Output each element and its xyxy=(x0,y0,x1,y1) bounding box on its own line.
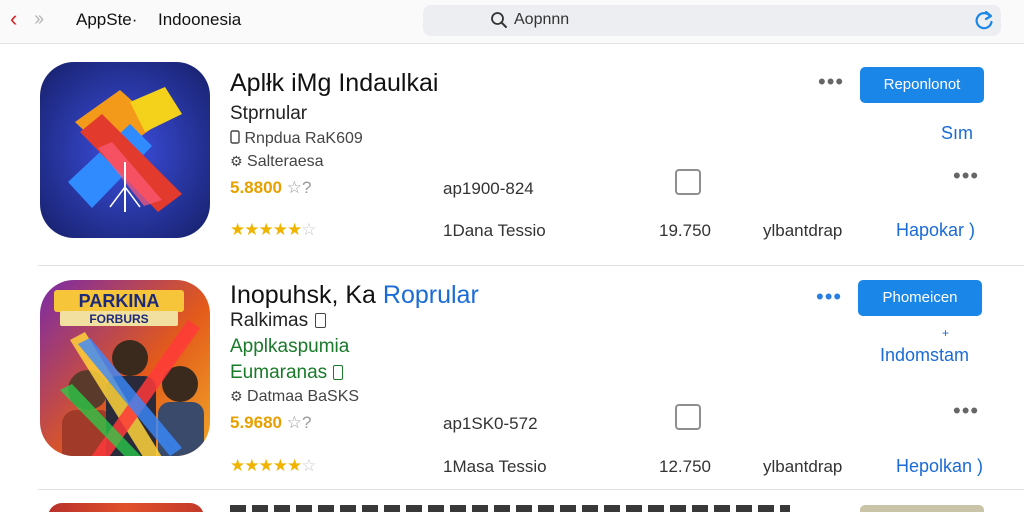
app-icon[interactable] xyxy=(48,503,204,512)
rating-value: 5.8800 ☆? xyxy=(230,178,312,197)
app-subtitle: Ralkimas xyxy=(230,310,327,332)
download-count: 1Masa Tessio xyxy=(443,457,547,476)
info-icon xyxy=(315,313,327,328)
search-text[interactable]: Aopnnn xyxy=(514,11,569,29)
app-code: ap1SK0-572 xyxy=(443,414,538,433)
app-name[interactable]: Aplłk iMg Indaulkai xyxy=(230,69,438,98)
language-link[interactable]: Sım xyxy=(941,123,973,144)
app-publisher: Applkaspumia xyxy=(230,336,350,357)
app-name-partial xyxy=(230,505,790,512)
app-card[interactable]: Aplłk iMg Indaulkai Stprnular Rnpdua RaK… xyxy=(38,45,1024,265)
category-label: Salteraesa xyxy=(247,153,324,170)
app-card[interactable] xyxy=(38,490,1024,512)
star-rating: ★★★★★☆ xyxy=(230,220,316,239)
details-link[interactable]: Hapokar ) xyxy=(896,220,975,241)
more-icon[interactable]: ••• xyxy=(818,71,844,93)
refresh-icon[interactable] xyxy=(973,9,995,31)
region-label[interactable]: Indoonesia xyxy=(158,10,241,30)
app-code: ap1900-824 xyxy=(443,179,534,198)
app-icon[interactable]: PARKINA FORBURS xyxy=(40,280,210,456)
app-card[interactable]: PARKINA FORBURS Inopuhsk, Ka Roprular Ra… xyxy=(38,266,1024,488)
language-link[interactable]: Indomstam xyxy=(880,345,969,366)
search-input[interactable]: Aopnnn xyxy=(423,5,1001,36)
app-size: 19.750 xyxy=(659,221,711,240)
chevron-right-icon[interactable]: ›› xyxy=(34,8,44,30)
category-row: ⚙ Salteraesa xyxy=(230,153,324,171)
get-button[interactable]: Phomeicen xyxy=(858,280,982,316)
developer-row: Rnpdua RaK609 xyxy=(230,130,363,148)
gear-icon: ⚙ xyxy=(230,153,243,169)
app-name[interactable]: Inopuhsk, Ka Roprular xyxy=(230,281,479,310)
star-rating: ★★★★★☆ xyxy=(230,456,316,475)
app-category: ylbantdrap xyxy=(763,221,843,240)
search-icon xyxy=(491,12,507,28)
gear-icon: ⚙ xyxy=(230,388,243,404)
get-button[interactable]: Reponlonot xyxy=(860,67,984,103)
pin-icon: + xyxy=(942,326,950,340)
checkbox-icon[interactable] xyxy=(675,169,701,195)
app-subtitle: Stprnular xyxy=(230,103,308,124)
icon-banner-subtext: FORBURS xyxy=(89,312,148,326)
app-icon[interactable] xyxy=(40,62,210,238)
app-size: 12.750 xyxy=(659,457,711,476)
more-icon[interactable]: ••• xyxy=(953,400,979,422)
icon-banner-text: PARKINA xyxy=(79,291,160,311)
get-button[interactable] xyxy=(860,505,984,512)
more-icon[interactable]: ••• xyxy=(953,165,979,187)
more-icon[interactable]: ••• xyxy=(816,286,842,308)
info-icon xyxy=(333,365,344,380)
download-count: 1Dana Tessio xyxy=(443,221,546,240)
phone-icon xyxy=(230,130,240,144)
top-bar: ‹ ›› AppSte· Indoonesia Aopnnn xyxy=(0,0,1024,44)
app-title: AppSte· xyxy=(76,10,138,29)
details-link[interactable]: Hepolkan ) xyxy=(896,456,983,477)
category-row: ⚙ Datmaa BaSKS xyxy=(230,388,359,406)
chevron-left-icon[interactable]: ‹ xyxy=(10,8,17,30)
app-category: ylbantdrap xyxy=(763,457,843,476)
rating-value: 5.9680 ☆? xyxy=(230,413,312,432)
category-label: Datmaa BaSKS xyxy=(247,388,360,405)
checkbox-icon[interactable] xyxy=(675,404,701,430)
app-logo-icon: PARKINA FORBURS xyxy=(40,280,210,456)
app-tagline: Eumaranas xyxy=(230,362,344,384)
app-logo-icon xyxy=(40,62,210,238)
developer-label: Rnpdua RaK609 xyxy=(244,130,363,147)
